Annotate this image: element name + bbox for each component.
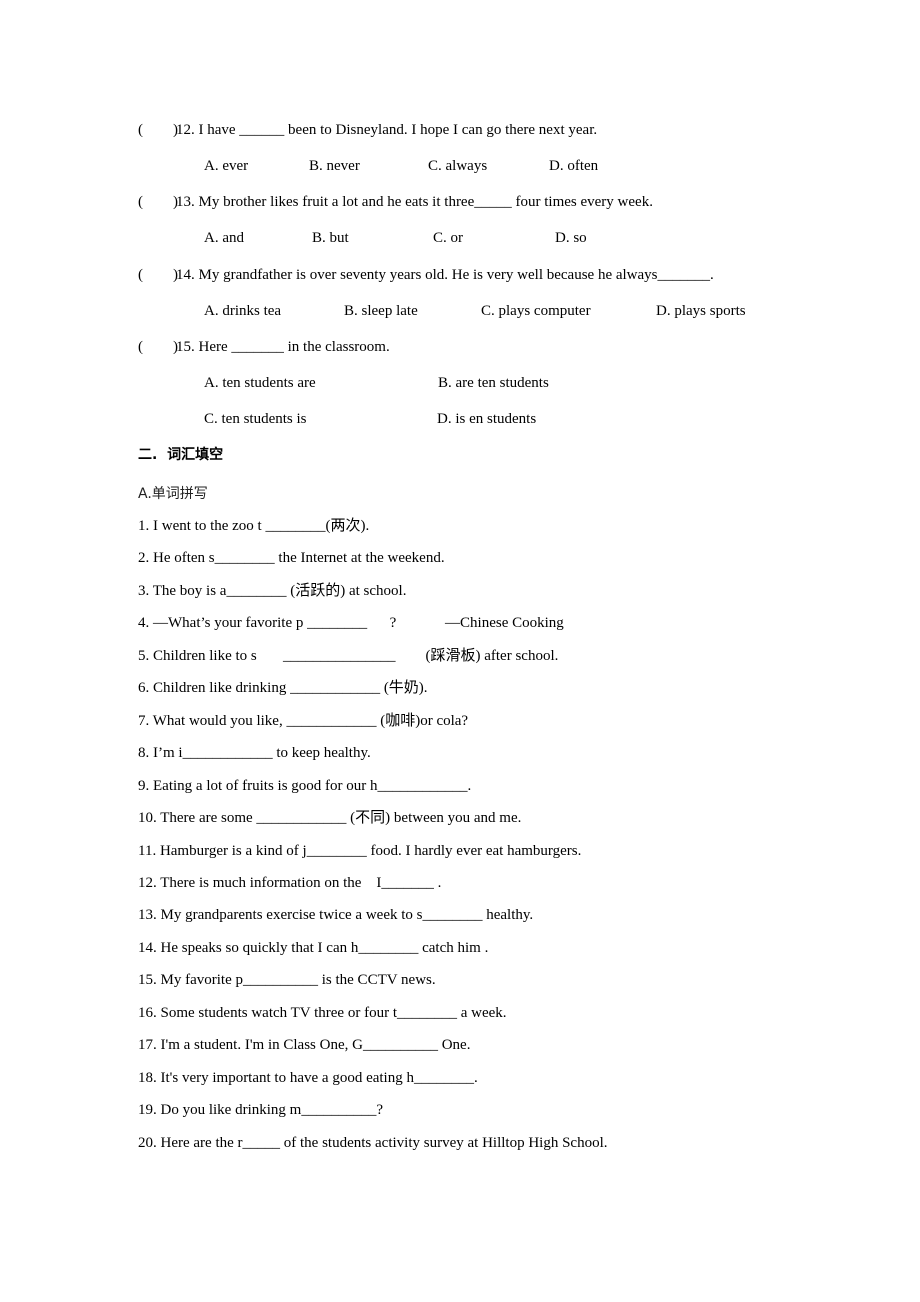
- fill-item[interactable]: 13. My grandparents exercise twice a wee…: [138, 905, 533, 925]
- section-subheading: A.单词拼写: [138, 486, 208, 502]
- fill-item[interactable]: 19. Do you like drinking m__________?: [138, 1100, 383, 1120]
- option-c: C. or: [433, 230, 463, 246]
- fill-item[interactable]: 2. He often s________ the Internet at th…: [138, 548, 445, 568]
- section-heading: 二. 词汇填空: [138, 447, 224, 463]
- fill-item[interactable]: 18. It's very important to have a good e…: [138, 1068, 478, 1088]
- answer-bracket[interactable]: ( ): [138, 265, 178, 285]
- option-d: D. is en students: [437, 411, 537, 427]
- question-text: 13. My brother likes fruit a lot and he …: [176, 194, 653, 210]
- option-a: A. drinks tea: [204, 303, 282, 319]
- option-c: C. plays computer: [481, 303, 591, 319]
- question-text: 12. I have ______ been to Disneyland. I …: [176, 122, 598, 138]
- fill-item[interactable]: 4. —What’s your favorite p ________ ? —C…: [138, 613, 564, 633]
- option-d: D. often: [549, 158, 599, 174]
- option-a: A. ten students are: [204, 375, 316, 391]
- option-d: D. plays sports: [656, 303, 746, 319]
- fill-item[interactable]: 12. There is much information on the I__…: [138, 873, 441, 893]
- option-c: C. ten students is: [204, 411, 307, 427]
- fill-item[interactable]: 15. My favorite p__________ is the CCTV …: [138, 970, 436, 990]
- fill-item[interactable]: 3. The boy is a________ (活跃的) at school.: [138, 581, 406, 601]
- fill-item[interactable]: 9. Eating a lot of fruits is good for ou…: [138, 776, 471, 796]
- question-text: 15. Here _______ in the classroom.: [176, 339, 390, 355]
- option-b: B. but: [312, 230, 349, 246]
- fill-item[interactable]: 20. Here are the r_____ of the students …: [138, 1133, 607, 1153]
- option-b: B. are ten students: [438, 375, 549, 391]
- option-b: B. sleep late: [344, 303, 418, 319]
- fill-item[interactable]: 14. He speaks so quickly that I can h___…: [138, 938, 488, 958]
- fill-item[interactable]: 5. Children like to s _______________ (踩…: [138, 646, 558, 666]
- option-d: D. so: [555, 230, 587, 246]
- fill-item[interactable]: 10. There are some ____________ (不同) bet…: [138, 808, 521, 828]
- fill-item[interactable]: 11. Hamburger is a kind of j________ foo…: [138, 841, 581, 861]
- option-c: C. always: [428, 158, 488, 174]
- fill-item[interactable]: 17. I'm a student. I'm in Class One, G__…: [138, 1035, 470, 1055]
- option-a: A. and: [204, 230, 244, 246]
- option-b: B. never: [309, 158, 360, 174]
- fill-item[interactable]: 7. What would you like, ____________ (咖啡…: [138, 711, 468, 731]
- fill-item[interactable]: 8. I’m i____________ to keep healthy.: [138, 743, 371, 763]
- answer-bracket[interactable]: ( ): [138, 337, 178, 357]
- answer-bracket[interactable]: ( ): [138, 120, 178, 140]
- option-a: A. ever: [204, 158, 249, 174]
- fill-item[interactable]: 6. Children like drinking ____________ (…: [138, 678, 428, 698]
- fill-item[interactable]: 1. I went to the zoo t ________(两次).: [138, 516, 369, 536]
- question-text: 14. My grandfather is over seventy years…: [176, 267, 714, 283]
- fill-item[interactable]: 16. Some students watch TV three or four…: [138, 1003, 507, 1023]
- answer-bracket[interactable]: ( ): [138, 192, 178, 212]
